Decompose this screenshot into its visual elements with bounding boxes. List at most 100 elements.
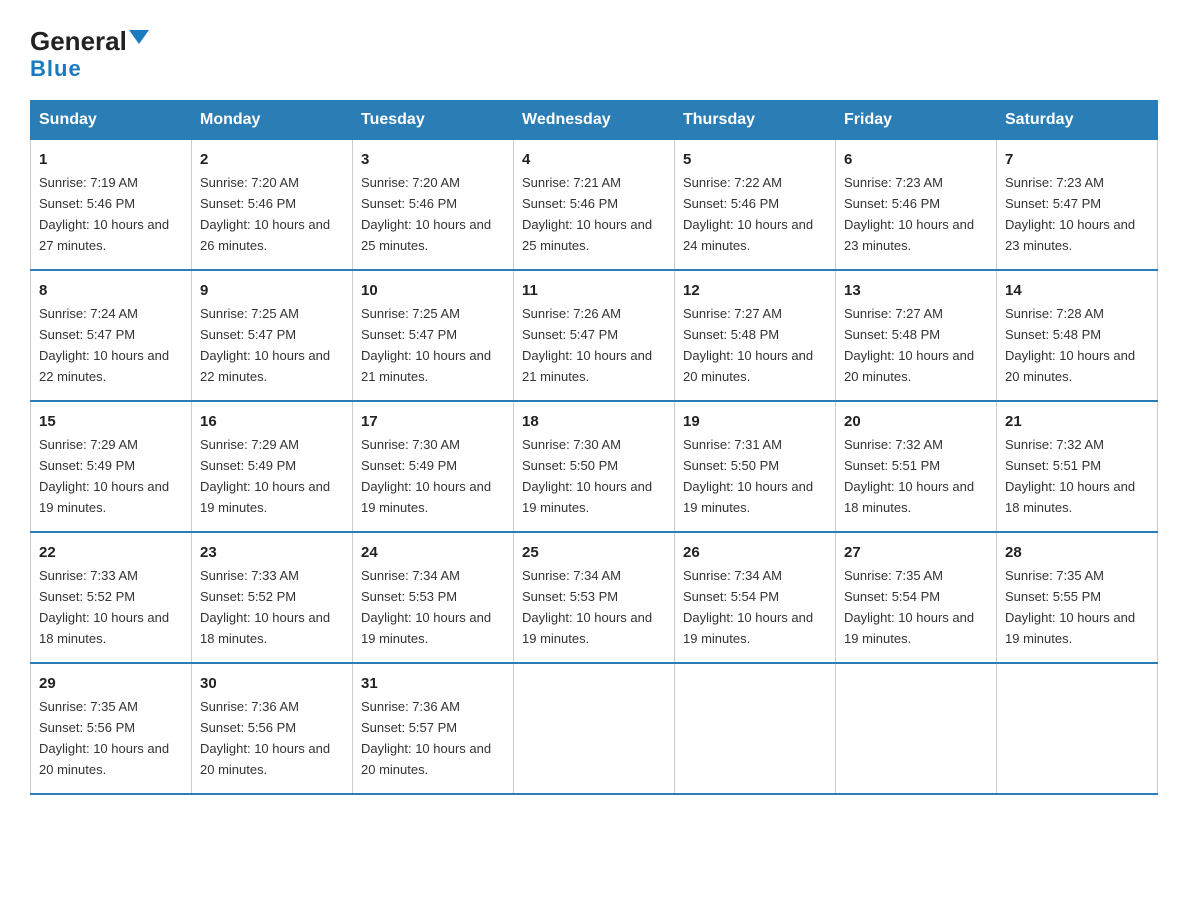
- day-number: 5: [683, 148, 827, 171]
- header-friday: Friday: [836, 101, 997, 140]
- header-saturday: Saturday: [997, 101, 1158, 140]
- day-number: 12: [683, 279, 827, 302]
- day-info: Sunrise: 7:27 AMSunset: 5:48 PMDaylight:…: [844, 306, 974, 384]
- day-number: 20: [844, 410, 988, 433]
- day-number: 27: [844, 541, 988, 564]
- page-header: General Blue: [30, 20, 1158, 82]
- day-number: 23: [200, 541, 344, 564]
- day-info: Sunrise: 7:21 AMSunset: 5:46 PMDaylight:…: [522, 175, 652, 253]
- day-info: Sunrise: 7:32 AMSunset: 5:51 PMDaylight:…: [844, 437, 974, 515]
- calendar-cell: 16 Sunrise: 7:29 AMSunset: 5:49 PMDayligh…: [192, 401, 353, 532]
- logo: General Blue: [30, 20, 149, 82]
- calendar-cell: 30 Sunrise: 7:36 AMSunset: 5:56 PMDayligh…: [192, 663, 353, 794]
- day-info: Sunrise: 7:35 AMSunset: 5:55 PMDaylight:…: [1005, 568, 1135, 646]
- day-number: 26: [683, 541, 827, 564]
- day-info: Sunrise: 7:25 AMSunset: 5:47 PMDaylight:…: [200, 306, 330, 384]
- calendar-cell: 14 Sunrise: 7:28 AMSunset: 5:48 PMDayligh…: [997, 270, 1158, 401]
- day-info: Sunrise: 7:34 AMSunset: 5:53 PMDaylight:…: [361, 568, 491, 646]
- day-number: 18: [522, 410, 666, 433]
- calendar-week-row: 8Sunrise: 7:24 AMSunset: 5:47 PMDaylight…: [31, 270, 1158, 401]
- calendar-week-row: 22Sunrise: 7:33 AMSunset: 5:52 PMDayligh…: [31, 532, 1158, 663]
- header-wednesday: Wednesday: [514, 101, 675, 140]
- calendar-cell: 7 Sunrise: 7:23 AMSunset: 5:47 PMDaylight…: [997, 140, 1158, 270]
- calendar-cell: 22Sunrise: 7:33 AMSunset: 5:52 PMDayligh…: [31, 532, 192, 663]
- calendar-cell: 26Sunrise: 7:34 AMSunset: 5:54 PMDayligh…: [675, 532, 836, 663]
- header-monday: Monday: [192, 101, 353, 140]
- day-info: Sunrise: 7:23 AMSunset: 5:47 PMDaylight:…: [1005, 175, 1135, 253]
- day-info: Sunrise: 7:35 AMSunset: 5:56 PMDaylight:…: [39, 699, 169, 777]
- day-info: Sunrise: 7:29 AMSunset: 5:49 PMDaylight:…: [200, 437, 330, 515]
- day-info: Sunrise: 7:27 AMSunset: 5:48 PMDaylight:…: [683, 306, 813, 384]
- day-number: 28: [1005, 541, 1149, 564]
- day-info: Sunrise: 7:34 AMSunset: 5:53 PMDaylight:…: [522, 568, 652, 646]
- calendar-cell: [997, 663, 1158, 794]
- calendar-cell: 21 Sunrise: 7:32 AMSunset: 5:51 PMDayligh…: [997, 401, 1158, 532]
- day-info: Sunrise: 7:20 AMSunset: 5:46 PMDaylight:…: [200, 175, 330, 253]
- day-info: Sunrise: 7:20 AMSunset: 5:46 PMDaylight:…: [361, 175, 491, 253]
- logo-triangle-icon: [129, 30, 149, 44]
- day-number: 2: [200, 148, 344, 171]
- day-number: 3: [361, 148, 505, 171]
- day-number: 17: [361, 410, 505, 433]
- calendar-week-row: 15 Sunrise: 7:29 AMSunset: 5:49 PMDayligh…: [31, 401, 1158, 532]
- day-info: Sunrise: 7:33 AMSunset: 5:52 PMDaylight:…: [39, 568, 169, 646]
- day-number: 6: [844, 148, 988, 171]
- calendar-cell: 28 Sunrise: 7:35 AMSunset: 5:55 PMDayligh…: [997, 532, 1158, 663]
- calendar-cell: 23Sunrise: 7:33 AMSunset: 5:52 PMDayligh…: [192, 532, 353, 663]
- calendar-cell: 1 Sunrise: 7:19 AMSunset: 5:46 PMDaylight…: [31, 140, 192, 270]
- day-number: 8: [39, 279, 183, 302]
- calendar-header-row: SundayMondayTuesdayWednesdayThursdayFrid…: [31, 101, 1158, 140]
- day-number: 14: [1005, 279, 1149, 302]
- day-number: 15: [39, 410, 183, 433]
- calendar-week-row: 29Sunrise: 7:35 AMSunset: 5:56 PMDayligh…: [31, 663, 1158, 794]
- day-number: 31: [361, 672, 505, 695]
- calendar-cell: 9 Sunrise: 7:25 AMSunset: 5:47 PMDaylight…: [192, 270, 353, 401]
- calendar-cell: 20 Sunrise: 7:32 AMSunset: 5:51 PMDayligh…: [836, 401, 997, 532]
- day-number: 13: [844, 279, 988, 302]
- calendar-table: SundayMondayTuesdayWednesdayThursdayFrid…: [30, 100, 1158, 795]
- calendar-cell: 13 Sunrise: 7:27 AMSunset: 5:48 PMDayligh…: [836, 270, 997, 401]
- calendar-week-row: 1 Sunrise: 7:19 AMSunset: 5:46 PMDaylight…: [31, 140, 1158, 270]
- calendar-cell: 10Sunrise: 7:25 AMSunset: 5:47 PMDayligh…: [353, 270, 514, 401]
- day-info: Sunrise: 7:36 AMSunset: 5:56 PMDaylight:…: [200, 699, 330, 777]
- day-number: 21: [1005, 410, 1149, 433]
- day-info: Sunrise: 7:30 AMSunset: 5:50 PMDaylight:…: [522, 437, 652, 515]
- calendar-cell: 31 Sunrise: 7:36 AMSunset: 5:57 PMDayligh…: [353, 663, 514, 794]
- calendar-cell: 4Sunrise: 7:21 AMSunset: 5:46 PMDaylight…: [514, 140, 675, 270]
- calendar-cell: [675, 663, 836, 794]
- calendar-cell: 15 Sunrise: 7:29 AMSunset: 5:49 PMDayligh…: [31, 401, 192, 532]
- day-number: 24: [361, 541, 505, 564]
- day-info: Sunrise: 7:29 AMSunset: 5:49 PMDaylight:…: [39, 437, 169, 515]
- calendar-cell: 25 Sunrise: 7:34 AMSunset: 5:53 PMDayligh…: [514, 532, 675, 663]
- day-info: Sunrise: 7:28 AMSunset: 5:48 PMDaylight:…: [1005, 306, 1135, 384]
- calendar-cell: 6Sunrise: 7:23 AMSunset: 5:46 PMDaylight…: [836, 140, 997, 270]
- calendar-cell: 2 Sunrise: 7:20 AMSunset: 5:46 PMDaylight…: [192, 140, 353, 270]
- calendar-cell: 8Sunrise: 7:24 AMSunset: 5:47 PMDaylight…: [31, 270, 192, 401]
- calendar-cell: [514, 663, 675, 794]
- day-info: Sunrise: 7:19 AMSunset: 5:46 PMDaylight:…: [39, 175, 169, 253]
- calendar-cell: [836, 663, 997, 794]
- day-info: Sunrise: 7:26 AMSunset: 5:47 PMDaylight:…: [522, 306, 652, 384]
- day-number: 9: [200, 279, 344, 302]
- header-thursday: Thursday: [675, 101, 836, 140]
- header-tuesday: Tuesday: [353, 101, 514, 140]
- calendar-cell: 3 Sunrise: 7:20 AMSunset: 5:46 PMDaylight…: [353, 140, 514, 270]
- day-number: 16: [200, 410, 344, 433]
- logo-general: General: [30, 28, 127, 54]
- calendar-cell: 29Sunrise: 7:35 AMSunset: 5:56 PMDayligh…: [31, 663, 192, 794]
- day-number: 30: [200, 672, 344, 695]
- day-number: 19: [683, 410, 827, 433]
- day-info: Sunrise: 7:36 AMSunset: 5:57 PMDaylight:…: [361, 699, 491, 777]
- calendar-cell: 17 Sunrise: 7:30 AMSunset: 5:49 PMDayligh…: [353, 401, 514, 532]
- day-info: Sunrise: 7:22 AMSunset: 5:46 PMDaylight:…: [683, 175, 813, 253]
- day-info: Sunrise: 7:35 AMSunset: 5:54 PMDaylight:…: [844, 568, 974, 646]
- calendar-cell: 19 Sunrise: 7:31 AMSunset: 5:50 PMDayligh…: [675, 401, 836, 532]
- day-info: Sunrise: 7:32 AMSunset: 5:51 PMDaylight:…: [1005, 437, 1135, 515]
- day-number: 7: [1005, 148, 1149, 171]
- day-info: Sunrise: 7:30 AMSunset: 5:49 PMDaylight:…: [361, 437, 491, 515]
- calendar-cell: 11Sunrise: 7:26 AMSunset: 5:47 PMDayligh…: [514, 270, 675, 401]
- day-number: 25: [522, 541, 666, 564]
- header-sunday: Sunday: [31, 101, 192, 140]
- day-info: Sunrise: 7:31 AMSunset: 5:50 PMDaylight:…: [683, 437, 813, 515]
- day-number: 1: [39, 148, 183, 171]
